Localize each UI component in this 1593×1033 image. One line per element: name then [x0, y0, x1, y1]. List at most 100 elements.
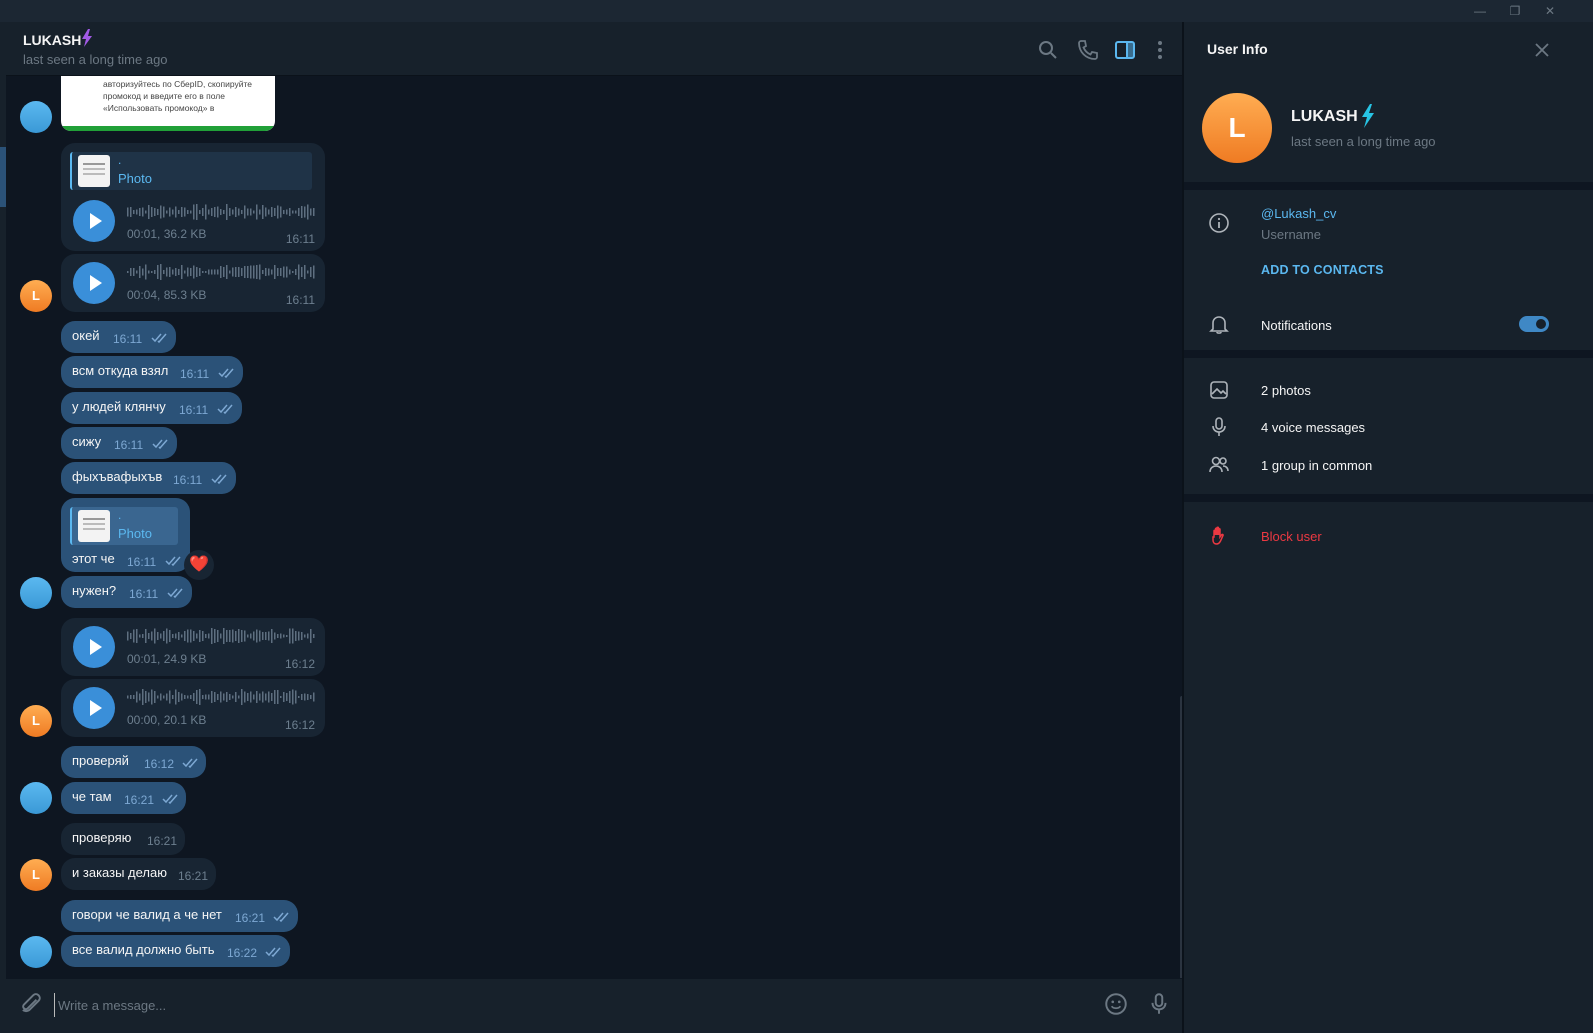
username-link[interactable]: @Lukash_cv	[1261, 206, 1336, 221]
avatar[interactable]: L	[20, 859, 52, 891]
attach-paperclip-icon[interactable]	[18, 991, 44, 1017]
waveform-bar	[232, 267, 234, 277]
add-to-contacts-button[interactable]: ADD TO CONTACTS	[1261, 263, 1384, 277]
message-bubble[interactable]: у людей клянчу 16:11	[61, 392, 242, 424]
message-bubble[interactable]: все валид должно быть 16:22	[61, 935, 290, 967]
premium-bolt-icon	[82, 29, 92, 47]
groups-in-common-item[interactable]: 1 group in common	[1261, 458, 1372, 473]
emoji-icon[interactable]	[1103, 991, 1129, 1017]
message-bubble[interactable]: и заказы делаю 16:21	[61, 858, 216, 890]
message-bubble[interactable]: проверяю 16:21	[61, 823, 185, 855]
notifications-toggle[interactable]	[1519, 316, 1549, 332]
premium-bolt-icon[interactable]	[1361, 104, 1375, 128]
message-bubble[interactable]: всм откуда взял 16:11	[61, 356, 243, 388]
waveform-bar	[163, 695, 165, 699]
photo-message[interactable]: авторизуйтесь по СберID, скопируйте пром…	[61, 76, 275, 131]
waveform-bar	[175, 633, 177, 639]
message-bubble[interactable]: нужен? 16:11	[61, 576, 192, 608]
heart-reaction-icon[interactable]: ❤️	[184, 550, 214, 580]
voice-message[interactable]: 00:04, 85.3 KB 16:11	[61, 254, 325, 312]
message-bubble[interactable]: че там 16:21	[61, 782, 186, 814]
waveform-bar	[271, 269, 273, 275]
waveform-bar	[166, 628, 168, 644]
message-bubble[interactable]: сижу 16:11	[61, 427, 177, 459]
waveform-bar	[193, 204, 195, 220]
waveform-bar	[286, 266, 288, 278]
play-button[interactable]	[73, 687, 115, 729]
message-bubble[interactable]: говори че валид а че нет 16:21	[61, 900, 298, 932]
window-close-icon[interactable]: ✕	[1535, 2, 1565, 20]
waveform-bar	[238, 695, 240, 699]
waveform-bar	[190, 695, 192, 699]
shared-voice-item[interactable]: 4 voice messages	[1261, 420, 1365, 435]
sidebar-toggle-icon[interactable]	[1113, 38, 1137, 62]
message-input[interactable]	[54, 993, 1054, 1017]
waveform-bar	[175, 268, 177, 276]
voice-message[interactable]: 00:01, 24.9 KB 16:12	[61, 618, 325, 676]
avatar[interactable]: L	[20, 280, 52, 312]
voice-message[interactable]: . Photo 00:01, 36.2 KB 16:11	[61, 143, 325, 251]
waveform[interactable]	[127, 626, 317, 646]
waveform-bar	[136, 209, 138, 215]
waveform-bar	[172, 634, 174, 638]
profile-avatar[interactable]: L	[1202, 93, 1272, 163]
play-button[interactable]	[73, 626, 115, 668]
waveform-bar	[211, 208, 213, 216]
message-text: окей	[72, 328, 100, 343]
chat-header[interactable]: LUKASH last seen a long time ago	[6, 22, 1182, 76]
waveform-bar	[184, 207, 186, 217]
waveform-bar	[226, 692, 228, 702]
shared-photos-item[interactable]: 2 photos	[1261, 383, 1311, 398]
more-menu-icon[interactable]	[1148, 38, 1172, 62]
waveform-bar	[223, 693, 225, 701]
message-list[interactable]: авторизуйтесь по СберID, скопируйте пром…	[6, 76, 1182, 978]
waveform-bar	[298, 208, 300, 216]
voice-message[interactable]: 00:00, 20.1 KB 16:12	[61, 679, 325, 737]
search-icon[interactable]	[1036, 38, 1060, 62]
waveform-bar	[175, 206, 177, 218]
play-button[interactable]	[73, 200, 115, 242]
waveform-bar	[166, 267, 168, 277]
avatar[interactable]	[20, 101, 52, 133]
message-bubble[interactable]: окей 16:11	[61, 321, 176, 353]
message-bubble[interactable]: . Photo этот че 16:11	[61, 498, 190, 572]
waveform-bar	[193, 265, 195, 279]
waveform-bar	[142, 207, 144, 217]
waveform-bar	[250, 633, 252, 639]
phone-call-icon[interactable]	[1076, 38, 1100, 62]
waveform-bar	[139, 208, 141, 216]
waveform-bar	[241, 210, 243, 214]
waveform-bar	[208, 633, 210, 639]
microphone-icon[interactable]	[1146, 991, 1172, 1017]
reply-preview[interactable]: . Photo	[70, 152, 312, 190]
avatar[interactable]: L	[20, 705, 52, 737]
avatar[interactable]	[20, 782, 52, 814]
waveform-bar	[229, 630, 231, 642]
reply-preview[interactable]: . Photo	[70, 507, 178, 545]
waveform[interactable]	[127, 202, 317, 222]
restore-icon[interactable]: ❐	[1500, 2, 1530, 20]
close-icon[interactable]	[1532, 40, 1552, 60]
waveform[interactable]	[127, 687, 317, 707]
waveform-bar	[157, 632, 159, 640]
message-time: 16:21	[178, 869, 209, 883]
message-bubble[interactable]: проверяй 16:12	[61, 746, 206, 778]
waveform[interactable]	[127, 262, 317, 282]
chat-title[interactable]: LUKASH	[23, 32, 81, 48]
avatar[interactable]	[20, 577, 52, 609]
message-bubble[interactable]: фыхъвафыхъв 16:11	[61, 462, 236, 494]
waveform-bar	[262, 632, 264, 640]
waveform-bar	[265, 207, 267, 217]
avatar[interactable]	[20, 936, 52, 968]
waveform-bar	[262, 691, 264, 703]
reply-thumbnail	[78, 155, 110, 187]
block-user-button[interactable]: Block user	[1261, 529, 1322, 544]
waveform-bar	[142, 689, 144, 705]
minimize-icon[interactable]: —	[1465, 2, 1495, 20]
play-button[interactable]	[73, 262, 115, 304]
profile-status: last seen a long time ago	[1291, 134, 1436, 149]
message-text: сижу	[72, 434, 102, 449]
waveform-bar	[181, 207, 183, 217]
waveform-bar	[220, 691, 222, 703]
message-time: 16:11	[180, 367, 210, 381]
